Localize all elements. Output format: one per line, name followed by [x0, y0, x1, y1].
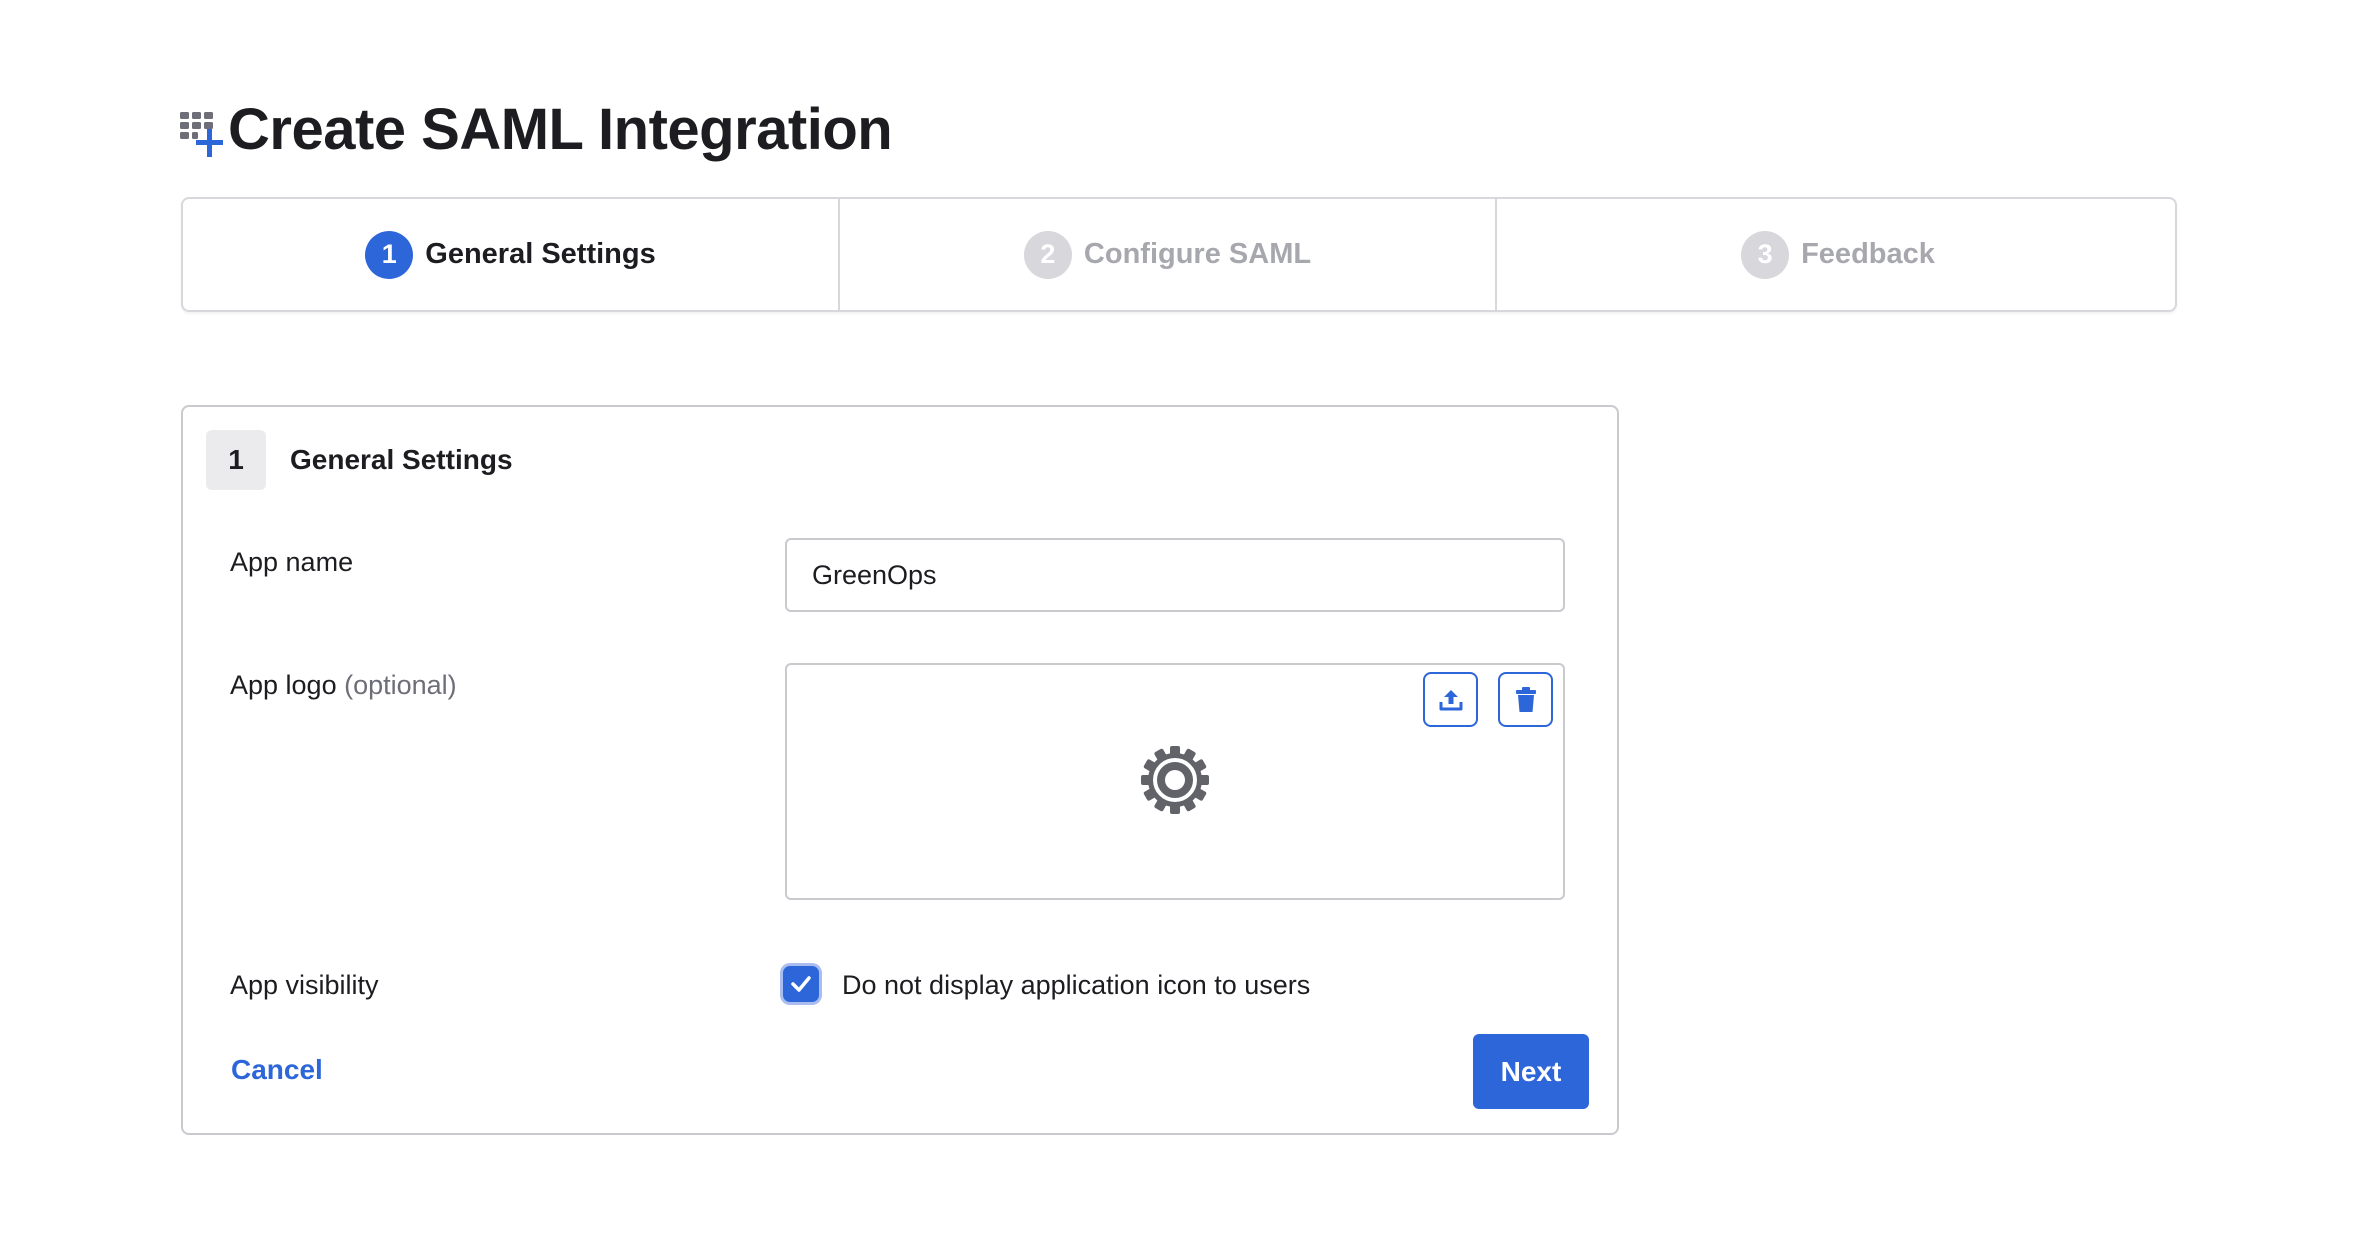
app-visibility-label: App visibility — [230, 970, 379, 1000]
hide-app-icon-checkbox-label[interactable]: Do not display application icon to users — [842, 968, 1310, 1002]
optional-hint: (optional) — [344, 670, 457, 700]
hide-app-icon-checkbox[interactable] — [783, 966, 819, 1002]
step-label: Feedback — [1801, 238, 1935, 270]
trash-icon — [1515, 686, 1536, 712]
app-name-input[interactable] — [785, 538, 1565, 612]
section-title: General Settings — [290, 444, 513, 475]
wizard-stepper: 1 General Settings 2 Configure SAML 3 Fe… — [181, 197, 2177, 312]
step-general-settings[interactable]: 1 General Settings — [183, 199, 840, 310]
upload-logo-button[interactable] — [1423, 672, 1478, 727]
step-number: 2 — [1023, 230, 1072, 279]
step-configure-saml: 2 Configure SAML — [840, 199, 1497, 310]
page-title: Create SAML Integration — [228, 97, 893, 162]
cancel-button[interactable]: Cancel — [231, 1052, 323, 1088]
app-logo-label-text: App logo — [230, 670, 337, 700]
step-feedback: 3 Feedback — [1497, 199, 2179, 310]
app-grid-add-icon — [180, 112, 223, 157]
app-name-label: App name — [230, 547, 354, 577]
step-label: General Settings — [425, 238, 656, 270]
step-number: 3 — [1741, 230, 1790, 279]
next-button[interactable]: Next — [1473, 1034, 1589, 1109]
section-number-badge: 1 — [206, 430, 266, 490]
step-label: Configure SAML — [1083, 238, 1312, 270]
checkmark-icon — [791, 976, 811, 992]
step-number: 1 — [365, 230, 414, 279]
gear-icon — [1141, 746, 1209, 814]
upload-icon — [1439, 689, 1462, 710]
app-logo-label: App logo (optional) — [230, 668, 457, 702]
delete-logo-button[interactable] — [1498, 672, 1553, 727]
